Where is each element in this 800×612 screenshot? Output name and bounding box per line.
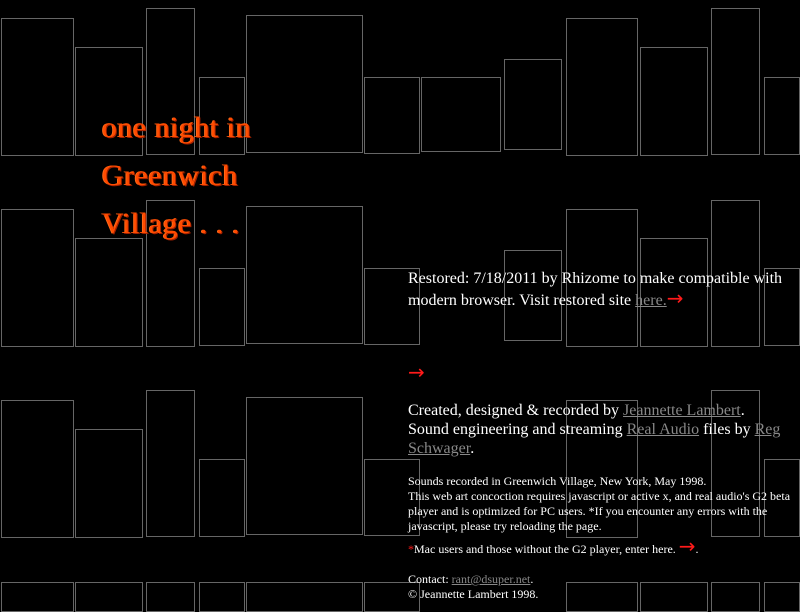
info-line-1: Sounds recorded in Greenwich Village, Ne…: [408, 474, 707, 488]
building-outline: [640, 47, 708, 156]
real-audio-link[interactable]: Real Audio: [627, 421, 699, 438]
title-line: Greenwich: [102, 159, 239, 192]
period: .: [470, 440, 475, 457]
period: .: [695, 542, 699, 556]
period: .: [530, 572, 534, 586]
mac-users-notice: *Mac users and those without the G2 play…: [408, 536, 793, 557]
title-line: Village . . .: [102, 207, 240, 240]
contact: Contact: rant@dsuper.net. © Jeannette La…: [408, 572, 793, 602]
info-line-2: This web art concoction requires javascr…: [408, 489, 791, 533]
building-outline: [246, 582, 363, 612]
building-outline: [146, 582, 195, 612]
building-outline: [75, 429, 143, 538]
building-outline: [504, 59, 562, 150]
files-by-text: files by: [699, 421, 755, 438]
restored-site-link[interactable]: here.: [635, 292, 667, 309]
building-outline: [75, 238, 143, 347]
mac-text: Mac users and those without the G2 playe…: [414, 542, 676, 556]
building-outline: [764, 77, 800, 155]
enter-arrow-icon[interactable]: →: [408, 362, 425, 382]
sound-text: Sound engineering and streaming: [408, 421, 627, 438]
contact-label: Contact:: [408, 572, 452, 586]
right-arrow-icon[interactable]: →: [667, 288, 684, 308]
mac-enter-arrow-icon[interactable]: →: [679, 536, 696, 556]
email-link[interactable]: rant@dsuper.net: [452, 572, 531, 586]
building-outline: [246, 397, 363, 535]
info-text: Sounds recorded in Greenwich Village, Ne…: [408, 474, 793, 534]
restored-text: Restored: 7/18/2011 by Rhizome to make c…: [408, 270, 783, 309]
building-outline: [199, 582, 245, 612]
created-text: Created, designed & recorded by: [408, 402, 624, 419]
page-title: one night in Greenwich Village . . .: [102, 104, 402, 248]
building-outline: [75, 582, 143, 612]
building-outline: [421, 77, 501, 152]
building-outline: [1, 209, 74, 347]
restored-notice: Restored: 7/18/2011 by Rhizome to make c…: [408, 268, 793, 312]
building-outline: [566, 18, 638, 156]
building-outline: [1, 400, 74, 538]
building-outline: [1, 582, 74, 612]
title-line: one night in: [102, 111, 252, 144]
building-outline: [711, 8, 760, 155]
building-outline: [199, 459, 245, 537]
page: { "title": { "line1": "one night in", "l…: [0, 0, 800, 612]
building-outline: [146, 390, 195, 537]
jeannette-lambert-link[interactable]: Jeannette Lambert: [623, 402, 741, 419]
building-outline: [1, 18, 74, 156]
building-outline: [199, 268, 245, 346]
period: .: [740, 402, 745, 419]
credits: Created, designed & recorded by Jeannett…: [408, 401, 793, 458]
